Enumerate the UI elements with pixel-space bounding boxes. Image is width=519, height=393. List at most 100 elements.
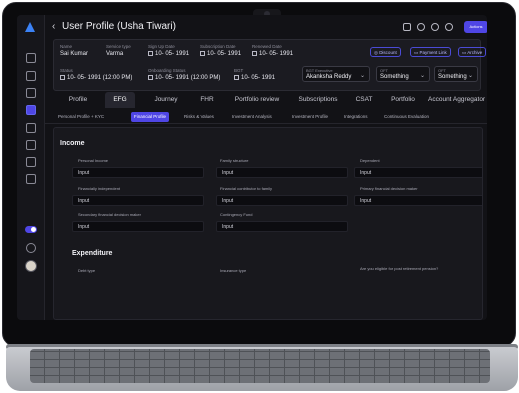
back-arrow-icon[interactable]: ‹ <box>52 21 55 32</box>
subtab-continuous-evaluation[interactable]: Continuous Evaluation <box>381 112 432 122</box>
sidebar <box>17 15 45 320</box>
renewed-date-label: Renewed Date <box>252 44 282 49</box>
tab-journey[interactable]: Journey <box>147 92 185 108</box>
personal-income-label: Personal Income <box>78 158 109 163</box>
insurance-type-label: Insurance type <box>220 268 247 273</box>
payment-link-button[interactable]: ▭ Payment Link <box>410 47 451 57</box>
subscription-date-label: Subscription Date <box>200 44 236 49</box>
refresh-icon[interactable] <box>431 23 439 31</box>
user-info-panel: Name Sai Kumar Service type Varma Sign U… <box>53 39 487 91</box>
secondary-decision-maker-input[interactable]: Input <box>72 221 204 232</box>
oft-dropdown-2[interactable]: OFT Something ⌄ <box>434 66 478 82</box>
dropdown-label: BGT Executive <box>306 68 333 73</box>
chevron-down-icon: ⌄ <box>467 73 473 79</box>
oft-dropdown-1[interactable]: OFT Something ⌄ <box>376 66 430 82</box>
chat-icon[interactable] <box>417 23 425 31</box>
chevron-down-icon: ⌄ <box>419 73 425 79</box>
signup-date-label: Sign Up Date <box>148 44 175 49</box>
avatar[interactable] <box>25 260 37 272</box>
sub-tabs: Personal Profile + KYC Financial Profile… <box>45 110 487 124</box>
dropdown-value: Something <box>380 74 409 80</box>
bell-icon[interactable] <box>26 243 36 253</box>
page-title: User Profile (Usha Tiwari) <box>62 21 176 32</box>
link-icon[interactable] <box>26 53 36 63</box>
onboarding-status-label: Onboarding Status <box>148 68 186 73</box>
calendar-icon <box>148 75 153 80</box>
user-icon[interactable] <box>26 71 36 81</box>
secondary-decision-maker-label: Secondary financial decision maker <box>78 212 141 217</box>
dropdown-value: Akanksha Reddy <box>306 74 352 80</box>
calendar-icon <box>200 51 205 56</box>
tab-efg[interactable]: EFG <box>105 92 135 108</box>
family-structure-label: Family structure <box>220 158 249 163</box>
financially-independent-label: Financially independent <box>78 186 121 191</box>
chevron-down-icon: ⌄ <box>359 73 365 79</box>
dependent-input[interactable]: Input <box>354 167 482 178</box>
onboarding-status-value: 10- 05- 1991 (12:00 PM) <box>148 75 220 81</box>
status-value: 10- 05- 1991 (12:00 PM) <box>60 75 132 81</box>
subscription-date-value: 10- 05- 1991 <box>200 51 241 57</box>
tab-fhr[interactable]: FHR <box>193 92 221 108</box>
service-type-label: Service type <box>106 44 131 49</box>
app-screen: ‹ User Profile (Usha Tiwari) Actions Nam… <box>17 15 487 320</box>
chart-icon[interactable] <box>26 105 36 115</box>
bgt-label: BGT <box>234 68 244 73</box>
document-icon[interactable] <box>26 140 36 150</box>
service-type-value: Varma <box>106 51 124 57</box>
subtab-risks-values[interactable]: Risks & Values <box>181 112 217 122</box>
personal-income-input[interactable]: Input <box>72 167 204 178</box>
financial-contributor-label: Financial contributor to family <box>220 186 273 191</box>
subtab-personal-profile[interactable]: Personal Profile + KYC <box>55 112 107 122</box>
pension-eligibility-label: Are you eligible for post retirement pen… <box>360 266 439 271</box>
calendar-icon <box>148 51 153 56</box>
contingency-fund-input[interactable]: Input <box>216 221 348 232</box>
mail-icon[interactable] <box>403 23 411 31</box>
signup-date-value: 10- 05- 1991 <box>148 51 189 57</box>
family-structure-input[interactable]: Input <box>216 167 348 178</box>
laptop-mockup: ‹ User Profile (Usha Tiwari) Actions Nam… <box>0 0 519 393</box>
subtab-investment-analysis[interactable]: Investment Analysis <box>229 112 275 122</box>
status-label: Status <box>60 68 73 73</box>
laptop-bezel: ‹ User Profile (Usha Tiwari) Actions Nam… <box>2 2 516 347</box>
primary-decision-maker-input[interactable]: Input <box>354 195 482 206</box>
financially-independent-input[interactable]: Input <box>72 195 204 206</box>
tab-account-aggregator[interactable]: Account Aggregator & <box>428 92 487 108</box>
trend-icon[interactable] <box>26 123 36 133</box>
settings-icon[interactable] <box>26 174 36 184</box>
discount-button[interactable]: ◎ Discount <box>370 47 401 57</box>
laptop-keyboard <box>30 349 490 383</box>
financial-contributor-input[interactable]: Input <box>216 195 348 206</box>
tab-portfolio[interactable]: Portfolio <box>385 92 421 108</box>
primary-decision-maker-label: Primary financial decision maker <box>360 186 418 191</box>
name-value: Sai Kumar <box>60 51 89 57</box>
dependent-label: Dependent <box>360 158 380 163</box>
tab-profile[interactable]: Profile <box>63 92 93 108</box>
calendar-icon <box>252 51 257 56</box>
calendar-icon <box>234 75 239 80</box>
calendar-icon[interactable] <box>26 157 36 167</box>
financial-profile-content: Income Personal Income Input Family stru… <box>53 127 483 320</box>
renewed-date-value: 10- 05- 1991 <box>252 51 293 57</box>
name-label: Name <box>60 44 73 49</box>
calendar-icon <box>60 75 65 80</box>
income-section-title: Income <box>60 140 85 147</box>
archive-button[interactable]: ▭ Archive <box>458 47 487 57</box>
bgt-executive-dropdown[interactable]: BGT Executive Akanksha Reddy ⌄ <box>302 66 370 82</box>
contingency-fund-label: Contingency Fund <box>220 212 253 217</box>
subtab-investment-profile[interactable]: Investment Profile <box>289 112 331 122</box>
dropdown-label: OFT <box>380 68 388 73</box>
logo-icon <box>25 22 35 32</box>
users-icon[interactable] <box>26 88 36 98</box>
theme-toggle[interactable] <box>25 226 37 233</box>
tab-subscriptions[interactable]: Subscriptions <box>295 92 341 108</box>
actions-button[interactable]: Actions <box>464 21 487 33</box>
subtab-financial-profile[interactable]: Financial Profile <box>131 112 170 122</box>
tab-csat[interactable]: CSAT <box>349 92 379 108</box>
dropdown-label: OFT <box>438 68 446 73</box>
bgt-value: 10- 05- 1991 <box>234 75 275 81</box>
whatsapp-icon[interactable] <box>445 23 453 31</box>
expenditure-section-title: Expenditure <box>72 250 113 257</box>
page-header: ‹ User Profile (Usha Tiwari) Actions <box>45 15 487 39</box>
tab-portfolio-review[interactable]: Portfolio review <box>231 92 283 108</box>
subtab-integrations[interactable]: Integrations <box>341 112 371 122</box>
